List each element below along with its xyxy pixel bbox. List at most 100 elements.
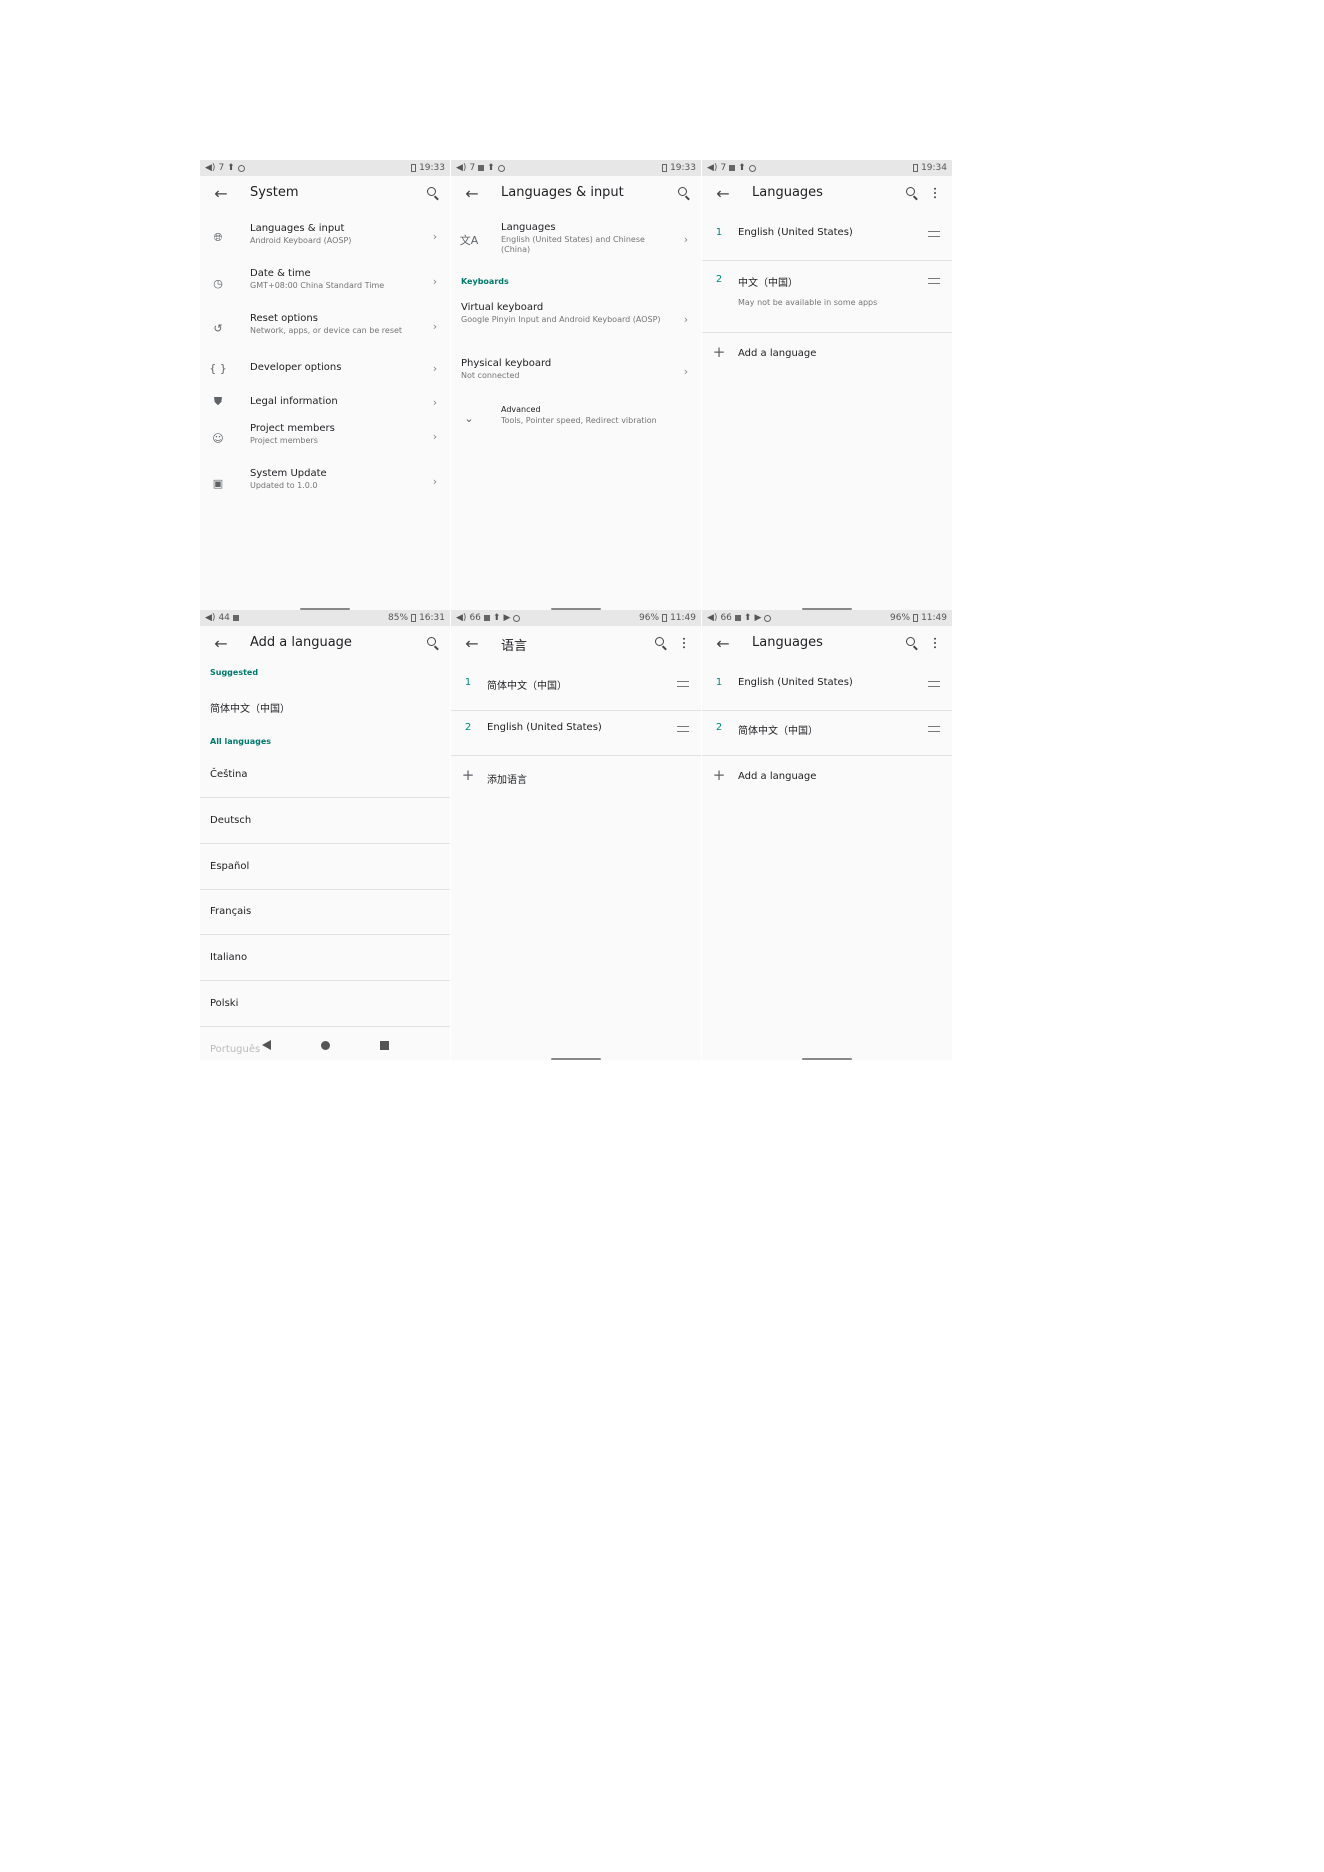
- settings-item-languages-input[interactable]: 🌐︎ Languages & input Android Keyboard (A…: [200, 218, 450, 258]
- status-time: 19:34: [921, 163, 947, 173]
- add-language-button[interactable]: + Add a language: [702, 756, 952, 796]
- status-time: 19:33: [419, 163, 445, 173]
- divider: [200, 1026, 450, 1027]
- app-bar: ← Languages: [702, 626, 952, 660]
- settings-item-languages[interactable]: 文A Languages English (United States) and…: [451, 218, 701, 264]
- add-language-label: Add a language: [738, 348, 817, 359]
- divider: [200, 980, 450, 981]
- language-option[interactable]: Italiano: [210, 952, 247, 963]
- sync-icon: [237, 164, 245, 172]
- more-options-icon[interactable]: [925, 632, 945, 654]
- more-options-icon[interactable]: [925, 182, 945, 204]
- language-item[interactable]: 1 English (United States): [702, 210, 952, 254]
- page-title: 语言: [501, 639, 528, 654]
- settings-item-project-members[interactable]: ☺ Project members Project members ›: [200, 418, 450, 458]
- settings-item-developer-options[interactable]: { } Developer options ›: [200, 353, 450, 383]
- language-item[interactable]: 2 中文（中国） May not be available in some ap…: [702, 261, 952, 321]
- language-rank: 1: [715, 227, 723, 238]
- page-title: Languages: [752, 185, 823, 200]
- back-arrow-icon[interactable]: ←: [211, 632, 231, 654]
- drag-handle-icon[interactable]: [677, 681, 689, 687]
- add-language-button[interactable]: + Add a language: [702, 333, 952, 373]
- item-subtitle: Android Keyboard (AOSP): [250, 236, 352, 245]
- item-title: Developer options: [250, 362, 342, 373]
- settings-item-reset-options[interactable]: ↺ Reset options Network, apps, or device…: [200, 308, 450, 348]
- play-icon: ▶: [503, 613, 511, 623]
- app-bar: ← 语言: [451, 626, 701, 660]
- item-subtitle: Google Pinyin Input and Android Keyboard…: [461, 315, 661, 324]
- item-title: Project members: [250, 423, 335, 434]
- nav-home-icon[interactable]: [320, 1040, 330, 1050]
- nav-back-icon[interactable]: [261, 1040, 271, 1050]
- search-icon[interactable]: [674, 182, 694, 204]
- chevron-right-icon: ›: [683, 232, 689, 246]
- add-language-label: Add a language: [738, 771, 817, 782]
- language-option[interactable]: Deutsch: [210, 815, 251, 826]
- item-subtitle: Project members: [250, 436, 318, 445]
- nav-recents-icon[interactable]: [379, 1040, 389, 1050]
- gesture-handle[interactable]: [551, 1058, 601, 1060]
- battery-percent: 96%: [639, 613, 660, 623]
- drag-handle-icon[interactable]: [928, 231, 940, 237]
- screen-system: ◀) 7 ⬆ 19:33 ← System 🌐︎ Languages & input…: [200, 160, 450, 610]
- language-option[interactable]: Español: [210, 861, 249, 872]
- screen-languages-reordered: ◀) 66 ⬆ ▶ 96% 11:49 ← Languages 1 English (U…: [702, 610, 952, 1060]
- settings-item-date-time[interactable]: ◷ Date & time GMT+08:00 China Standard T…: [200, 263, 450, 303]
- shield-info-icon: ⛊: [213, 395, 223, 408]
- drag-handle-icon[interactable]: [677, 726, 689, 732]
- language-option[interactable]: Polski: [210, 998, 238, 1009]
- drag-handle-icon[interactable]: [928, 726, 940, 732]
- chevron-right-icon: ›: [432, 429, 438, 443]
- upload-icon: ⬆: [743, 613, 752, 623]
- volume-icon: ◀): [456, 613, 467, 623]
- upload-icon: ⬆: [487, 163, 495, 173]
- settings-item-advanced[interactable]: ⌄ Advanced Tools, Pointer speed, Redirec…: [451, 402, 701, 434]
- suggested-header: Suggested: [210, 668, 259, 677]
- language-option[interactable]: Français: [210, 906, 251, 917]
- search-icon[interactable]: [902, 182, 922, 204]
- settings-item-system-update[interactable]: ▣ System Update Updated to 1.0.0 ›: [200, 463, 450, 503]
- language-option[interactable]: 简体中文（中国）: [210, 700, 290, 715]
- chevron-right-icon: ›: [432, 361, 438, 375]
- back-arrow-icon[interactable]: ←: [462, 632, 482, 654]
- drag-handle-icon[interactable]: [928, 681, 940, 687]
- item-title: Advanced: [501, 405, 541, 414]
- screen-languages-input: ◀) 7 ⬆ 19:33 ← Languages & input 文A Langua…: [451, 160, 701, 610]
- language-item[interactable]: 1 简体中文（中国）: [451, 660, 701, 704]
- search-icon[interactable]: [902, 632, 922, 654]
- language-rank: 1: [464, 677, 472, 688]
- language-item[interactable]: 1 English (United States): [702, 660, 952, 704]
- language-rank: 2: [715, 722, 723, 733]
- divider: [200, 934, 450, 935]
- more-options-icon[interactable]: [674, 632, 694, 654]
- chevron-right-icon: ›: [432, 395, 438, 409]
- search-icon[interactable]: [423, 632, 443, 654]
- app-bar: ← Languages: [702, 176, 952, 210]
- back-arrow-icon[interactable]: ←: [211, 182, 231, 204]
- language-item[interactable]: 2 English (United States): [451, 711, 701, 755]
- settings-item-physical-keyboard[interactable]: Physical keyboard Not connected ›: [451, 354, 701, 390]
- back-arrow-icon[interactable]: ←: [462, 182, 482, 204]
- sync-icon: [764, 614, 772, 622]
- volume-icon: ◀): [205, 163, 216, 173]
- language-option[interactable]: Čeština: [210, 769, 248, 780]
- language-name: English (United States): [738, 677, 853, 688]
- chevron-right-icon: ›: [683, 364, 689, 378]
- gesture-handle[interactable]: [802, 1058, 852, 1060]
- page-title: System: [250, 185, 299, 200]
- system-update-icon: ▣: [212, 476, 224, 490]
- back-arrow-icon[interactable]: ←: [713, 632, 733, 654]
- battery-percent: 96%: [890, 613, 911, 623]
- search-icon[interactable]: [651, 632, 671, 654]
- drag-handle-icon[interactable]: [928, 278, 940, 284]
- settings-item-legal-information[interactable]: ⛊ Legal information ›: [200, 387, 450, 417]
- search-icon[interactable]: [423, 182, 443, 204]
- status-bar: ◀) 7 ⬆ 19:33: [200, 160, 450, 176]
- add-language-button[interactable]: + 添加语言: [451, 756, 701, 796]
- item-title: Legal information: [250, 396, 338, 407]
- settings-item-virtual-keyboard[interactable]: Virtual keyboard Google Pinyin Input and…: [451, 298, 701, 344]
- language-item[interactable]: 2 简体中文（中国）: [702, 711, 952, 755]
- divider: [200, 797, 450, 798]
- language-name: 简体中文（中国）: [487, 681, 567, 692]
- back-arrow-icon[interactable]: ←: [713, 182, 733, 204]
